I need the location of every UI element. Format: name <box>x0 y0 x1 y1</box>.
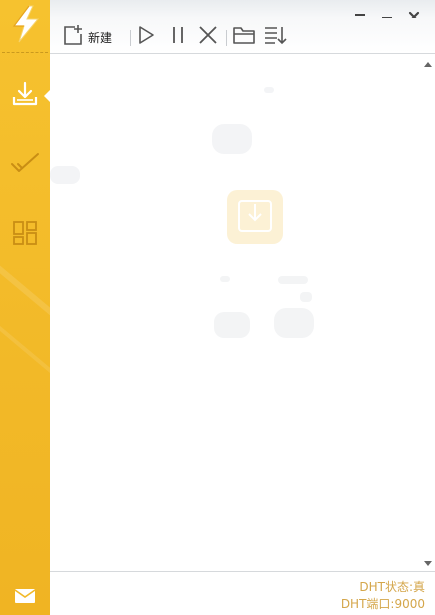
delete-icon <box>197 24 219 50</box>
open-folder-button[interactable] <box>232 25 256 49</box>
new-task-icon <box>62 24 84 50</box>
dht-state-text: DHT状态:真 <box>359 580 425 594</box>
toolbar: 新建 <box>50 18 435 54</box>
new-task-label: 新建 <box>88 30 113 45</box>
caret-up-icon <box>423 52 432 71</box>
status-bar: DHT状态:真 DHT端口:9000 <box>50 571 435 615</box>
checkmark-icon <box>10 150 40 180</box>
logo-divider <box>2 52 48 53</box>
download-box-icon <box>227 190 283 244</box>
message-button[interactable] <box>0 580 50 615</box>
folder-icon <box>232 24 256 50</box>
dht-port-text: DHT端口:9000 <box>340 597 425 611</box>
download-icon <box>11 80 39 112</box>
sidebar-item-completed[interactable] <box>0 137 50 193</box>
task-list-area[interactable] <box>50 54 420 571</box>
grid-icon <box>12 220 38 250</box>
sort-list-icon <box>263 24 287 50</box>
lightning-logo-icon <box>8 4 44 44</box>
sidebar <box>0 0 50 615</box>
sort-button[interactable] <box>263 25 287 49</box>
app-window: 新建 DHT状态:真 DHT端口:9000 <box>0 0 435 615</box>
caret-down-icon <box>423 552 432 571</box>
scroll-up-button[interactable] <box>423 57 432 67</box>
sidebar-item-apps[interactable] <box>0 207 50 263</box>
toolbar-divider <box>226 30 227 46</box>
mail-icon <box>14 588 36 608</box>
pause-icon <box>168 24 188 50</box>
pause-button[interactable] <box>168 25 188 49</box>
toolbar-divider <box>130 30 131 46</box>
play-icon <box>136 24 156 50</box>
vertical-scrollbar[interactable] <box>420 54 435 571</box>
start-button[interactable] <box>136 25 156 49</box>
sidebar-item-downloading[interactable] <box>0 68 50 124</box>
empty-state <box>50 54 420 571</box>
new-task-button[interactable]: 新建 <box>62 25 112 49</box>
scroll-down-button[interactable] <box>423 557 432 566</box>
delete-button[interactable] <box>197 25 219 49</box>
